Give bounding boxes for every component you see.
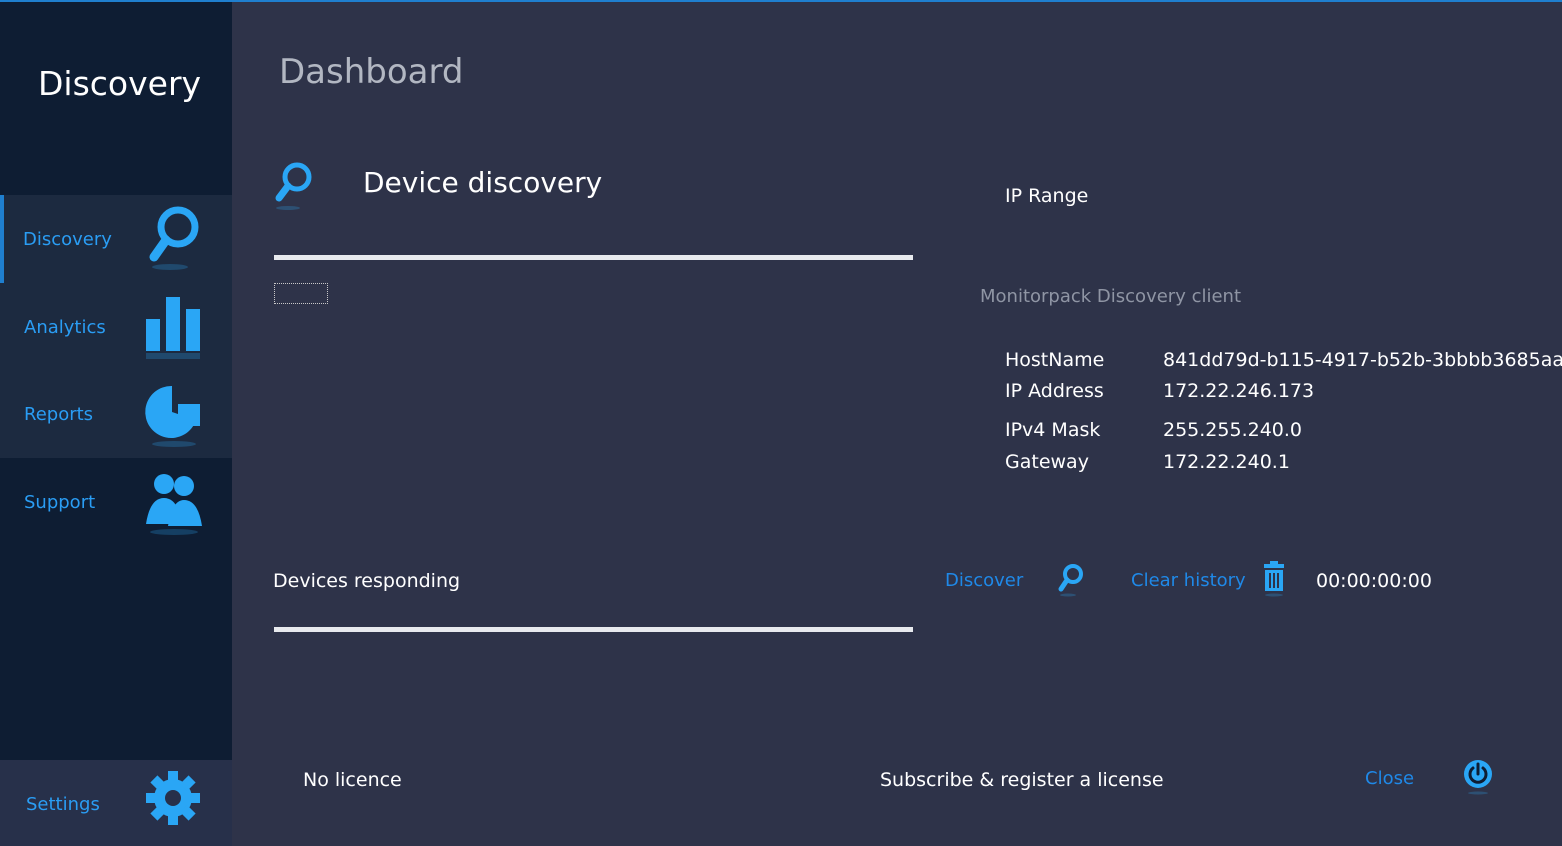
- sidebar-item-label: Reports: [24, 404, 94, 425]
- pie-chart-icon: [145, 385, 200, 447]
- page-title: Dashboard: [279, 52, 464, 92]
- licence-status: No licence: [303, 769, 402, 791]
- elapsed-timer: 00:00:00:00: [1316, 570, 1432, 592]
- focus-placeholder[interactable]: [274, 283, 328, 304]
- trash-icon[interactable]: [1260, 561, 1288, 597]
- info-value: 172.22.240.1: [1163, 451, 1290, 473]
- app-title: Discovery: [38, 64, 202, 103]
- sidebar-item-label: Discovery: [23, 229, 112, 250]
- info-key: HostName: [1005, 349, 1105, 371]
- clear-history-button[interactable]: Clear history: [1131, 570, 1246, 591]
- discover-button[interactable]: Discover: [945, 570, 1023, 591]
- ip-range-input[interactable]: [274, 255, 913, 260]
- ip-range-label: IP Range: [1005, 185, 1089, 207]
- sidebar-item-reports[interactable]: Reports: [0, 370, 232, 458]
- sidebar-item-support[interactable]: Support: [0, 458, 232, 546]
- sidebar-item-settings[interactable]: Settings: [0, 760, 232, 846]
- info-key: IP Address: [1005, 380, 1104, 402]
- info-value: 255.255.240.0: [1163, 419, 1303, 441]
- magnifier-icon: [275, 162, 312, 210]
- info-key: IPv4 Mask: [1005, 419, 1101, 441]
- subscribe-link[interactable]: Subscribe & register a license: [880, 769, 1164, 791]
- power-icon[interactable]: [1462, 758, 1494, 796]
- sidebar-item-label: Settings: [26, 794, 100, 815]
- device-discovery-title: Device discovery: [363, 166, 603, 199]
- sidebar-item-analytics[interactable]: Analytics: [0, 283, 232, 371]
- magnifier-icon[interactable]: [1055, 562, 1087, 598]
- people-icon: [146, 474, 202, 535]
- devices-responding-label: Devices responding: [273, 570, 461, 592]
- info-value: 172.22.246.173: [1163, 380, 1315, 402]
- close-button[interactable]: Close: [1365, 768, 1414, 789]
- gear-icon: [146, 771, 200, 825]
- top-accent-line: [0, 0, 1562, 2]
- sidebar-item-label: Support: [24, 492, 96, 513]
- bar-chart-icon: [146, 297, 200, 359]
- sidebar-item-discovery[interactable]: Discovery: [0, 195, 232, 283]
- info-value: 841dd79d-b115-4917-b52b-3bbbb3685aaf: [1163, 349, 1562, 371]
- magnifier-icon: [149, 206, 199, 270]
- info-key: Gateway: [1005, 451, 1089, 473]
- sidebar-item-label: Analytics: [24, 317, 106, 338]
- devices-responding-list[interactable]: [274, 627, 913, 632]
- client-title: Monitorpack Discovery client: [980, 286, 1242, 307]
- sidebar: Discovery Discovery Analytics Reports Su…: [0, 2, 232, 846]
